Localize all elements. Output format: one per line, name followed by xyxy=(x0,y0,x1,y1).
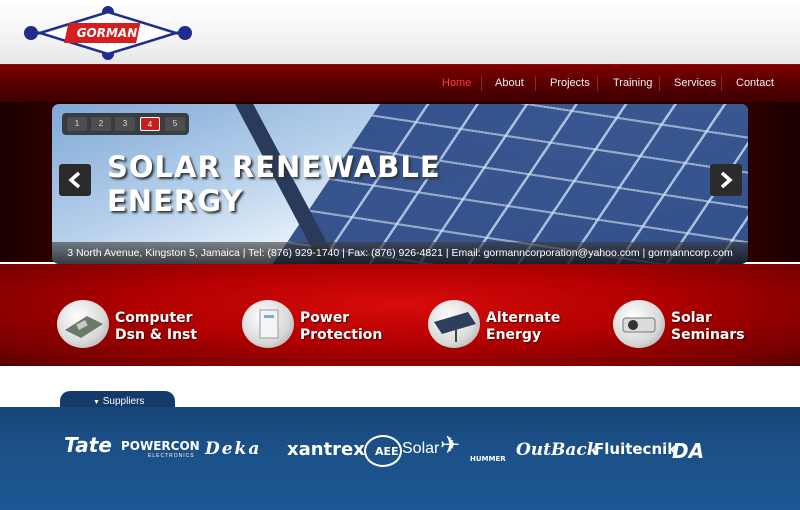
chevron-left-icon xyxy=(68,171,81,189)
nav-separator xyxy=(659,76,660,91)
solar-panel-icon xyxy=(428,300,480,348)
service-line: Dsn & Inst xyxy=(115,327,198,343)
brand-outback[interactable]: OutBack xyxy=(516,440,599,460)
service-line: Alternate xyxy=(486,310,561,326)
service-line: Seminars xyxy=(671,327,745,343)
brand-da[interactable]: DA xyxy=(672,439,704,463)
gormann-logo[interactable]: GORMANN xyxy=(22,6,194,60)
pager-button-2[interactable]: 2 xyxy=(91,117,111,131)
brand-powercon[interactable]: POWERCON xyxy=(121,439,200,453)
brand-hummer[interactable]: HUMMER xyxy=(470,455,506,463)
service-line: Computer xyxy=(115,310,193,326)
nav-separator xyxy=(721,76,722,91)
ups-device-icon xyxy=(242,300,294,348)
brand-solar[interactable]: Solar xyxy=(402,440,439,458)
brand-xantrex[interactable]: xantrex xyxy=(287,439,365,460)
service-line: Energy xyxy=(486,327,542,343)
headline-line-2: ENERGY xyxy=(107,184,244,218)
contact-info-bar: 3 North Avenue, Kingston 5, Jamaica | Te… xyxy=(52,242,748,264)
service-line: Power xyxy=(300,310,350,326)
pager-button-4[interactable]: 4 xyxy=(140,117,160,131)
logo-text: GORMANN xyxy=(77,26,148,40)
service-label: Alternate Energy xyxy=(486,310,560,344)
pager-button-1[interactable]: 1 xyxy=(67,117,87,131)
brand-fluitecnik[interactable]: Fluitecnik xyxy=(594,440,677,458)
brand-powercon-sub: ELECTRONICS xyxy=(148,453,195,459)
pager-button-3[interactable]: 3 xyxy=(115,117,135,131)
nav-training[interactable]: Training xyxy=(613,77,652,89)
nav-contact[interactable]: Contact xyxy=(736,77,774,89)
slide-headline: SOLAR RENEWABLE ENERGY xyxy=(107,150,441,218)
slider-next-button[interactable] xyxy=(710,164,742,196)
circuit-board-icon xyxy=(57,300,109,348)
brand-aee-text: AEE xyxy=(375,445,399,458)
nav-services[interactable]: Services xyxy=(674,77,716,89)
service-label: Solar Seminars xyxy=(671,310,745,344)
nav-separator xyxy=(535,76,536,91)
service-label: Power Protection xyxy=(300,310,382,344)
pager-button-5[interactable]: 5 xyxy=(165,117,185,131)
nav-projects[interactable]: Projects xyxy=(550,77,590,89)
nav-home[interactable]: Home xyxy=(442,77,471,89)
suppliers-tab-text: Suppliers xyxy=(102,396,145,407)
hummer-bird-icon: ✈ xyxy=(440,432,461,459)
nav-separator xyxy=(597,76,598,91)
main-navigation: Home About Projects Training Services Co… xyxy=(0,64,800,102)
suppliers-panel: Tate POWERCON ELECTRONICS Deka xantrex A… xyxy=(0,407,800,510)
nav-about[interactable]: About xyxy=(495,77,524,89)
nav-separator xyxy=(481,76,482,91)
service-line: Protection xyxy=(300,327,383,343)
headline-line-1: SOLAR RENEWABLE xyxy=(107,150,441,184)
slider-prev-button[interactable] xyxy=(59,164,91,196)
brand-tate[interactable]: Tate xyxy=(64,433,112,457)
chevron-right-icon xyxy=(720,171,733,189)
brand-deka[interactable]: Deka xyxy=(205,439,261,459)
projector-icon xyxy=(613,300,665,348)
service-label: Computer Dsn & Inst xyxy=(115,310,197,344)
service-line: Solar xyxy=(671,310,712,326)
caret-down-icon: ▼ xyxy=(93,399,100,406)
slider-pager: 1 2 3 4 5 xyxy=(62,113,189,135)
suppliers-tab-label[interactable]: ▼ Suppliers xyxy=(93,396,144,407)
